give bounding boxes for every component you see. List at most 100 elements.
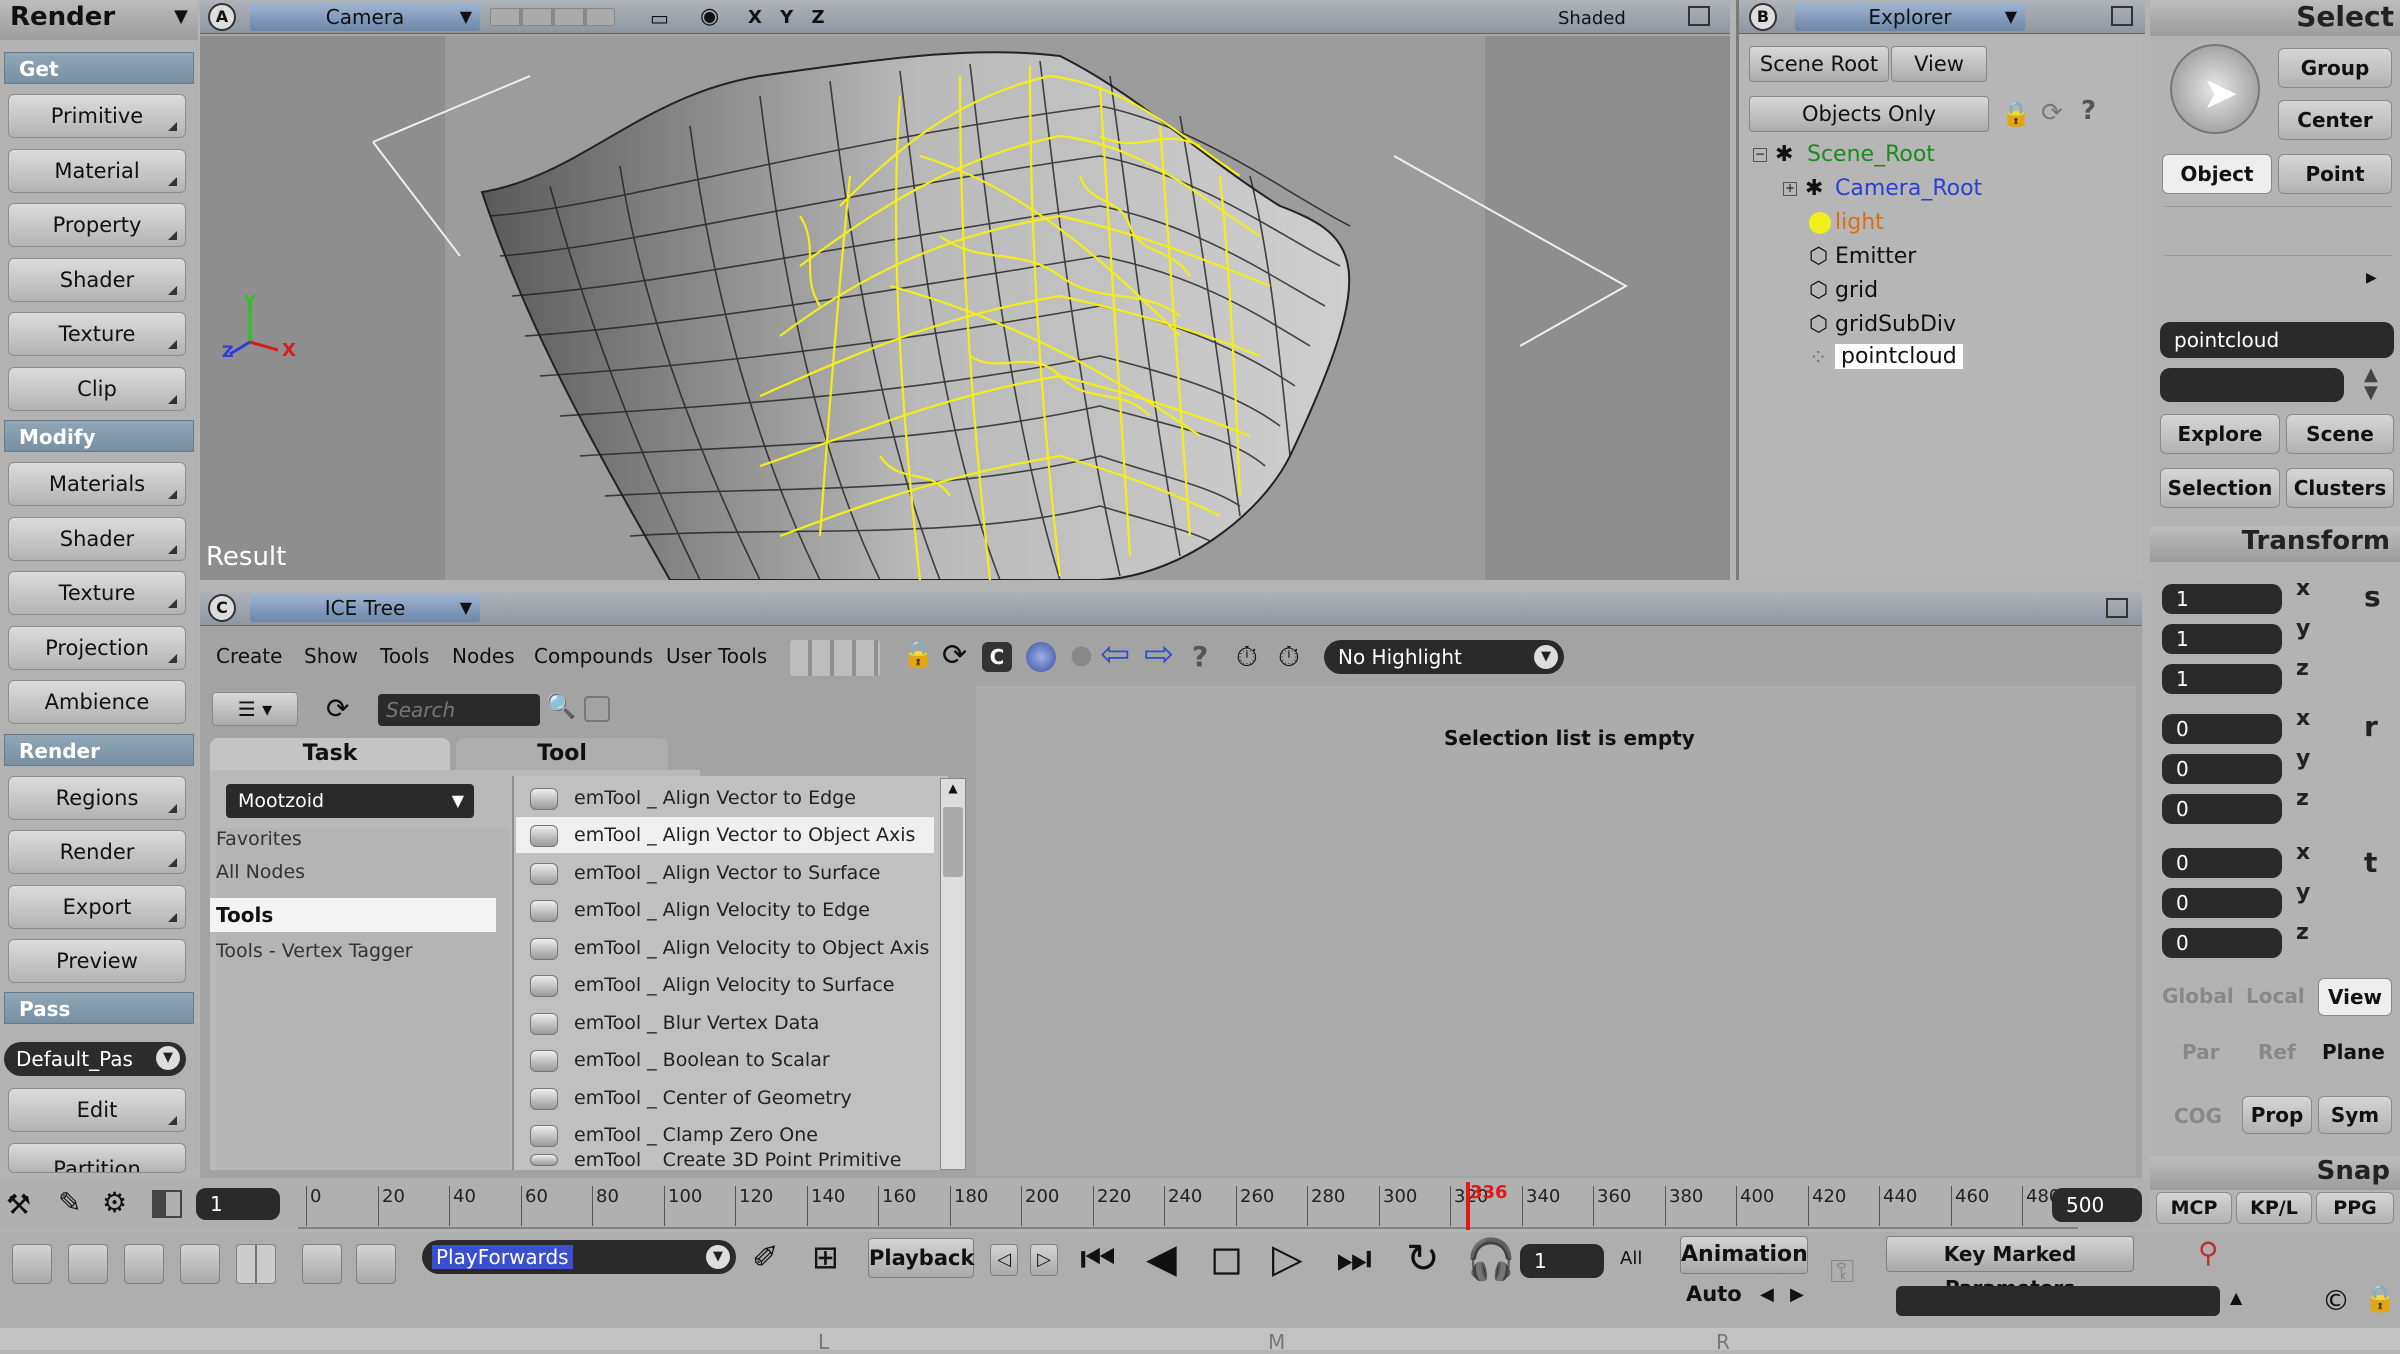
node-item[interactable]: emTool _ Align Velocity to Object Axis xyxy=(516,930,934,966)
menu-show[interactable]: Show xyxy=(304,644,358,668)
shader-button[interactable]: Shader xyxy=(8,258,186,302)
animation-button[interactable]: Animation xyxy=(1680,1236,1808,1274)
modify-texture-button[interactable]: Texture xyxy=(8,571,186,615)
last-frame-icon[interactable]: ⏭ xyxy=(1336,1236,1372,1282)
lock-icon[interactable]: 🔒 xyxy=(2364,1284,2396,1314)
kp-l-button[interactable]: KP/L xyxy=(2236,1192,2312,1224)
ambience-button[interactable]: Ambience xyxy=(8,680,186,724)
rotate-x-field[interactable]: 0 xyxy=(2162,714,2282,744)
section-modify[interactable]: Modify xyxy=(4,420,194,452)
spin-arrows-icon[interactable]: ▲ ▼ xyxy=(2364,366,2378,402)
translate-y-field[interactable]: 0 xyxy=(2162,888,2282,918)
object-button[interactable]: Object xyxy=(2162,154,2272,194)
regions-button[interactable]: Regions xyxy=(8,776,186,820)
prop-button[interactable]: Prop xyxy=(2242,1096,2312,1134)
translate-z-label[interactable]: z xyxy=(2296,920,2309,945)
eye-icon[interactable]: ◉ xyxy=(700,4,719,29)
ice-letter[interactable]: C xyxy=(208,594,236,622)
node-item[interactable]: emTool _ Clamp Zero One xyxy=(516,1117,934,1153)
point-button[interactable]: Point xyxy=(2278,154,2392,194)
viewport-canvas[interactable]: Y X Z Result xyxy=(200,36,1730,581)
menu-create[interactable]: Create xyxy=(216,644,282,668)
loop-icon[interactable]: ↻ xyxy=(1406,1236,1440,1282)
section-get[interactable]: Get xyxy=(4,52,194,84)
maximize-icon[interactable] xyxy=(1688,6,1710,26)
stop-icon[interactable]: ◻ xyxy=(1210,1236,1243,1282)
category-tools[interactable]: Tools xyxy=(210,898,496,932)
refresh-icon[interactable]: ⟳ xyxy=(326,692,349,725)
marker-icon[interactable]: ⚲ xyxy=(2198,1236,2219,1269)
group-button[interactable]: Group xyxy=(2278,48,2392,88)
tab-tool[interactable]: Tool xyxy=(456,738,668,770)
selection-name-field[interactable]: pointcloud xyxy=(2160,322,2394,358)
translate-label[interactable]: t xyxy=(2364,846,2377,879)
translate-y-label[interactable]: y xyxy=(2296,880,2310,905)
render-button[interactable]: Render xyxy=(8,830,186,874)
split-view-icon[interactable] xyxy=(152,1190,182,1218)
auto-key-button[interactable]: Auto xyxy=(1686,1282,1742,1306)
key-icon[interactable]: ⚿ xyxy=(1830,1252,1854,1291)
projection-button[interactable]: Projection xyxy=(8,626,186,670)
tab-task[interactable]: Task xyxy=(210,738,450,770)
first-frame-icon[interactable]: ⏮ xyxy=(1080,1236,1116,1282)
key-marked-parameters-button[interactable]: Key Marked Parameters xyxy=(1886,1236,2134,1300)
edit-button[interactable]: Edit xyxy=(8,1088,186,1132)
tree-item-grid[interactable]: grid xyxy=(1835,278,1878,303)
selection-secondary-field[interactable] xyxy=(2160,368,2344,402)
menu-user-tools[interactable]: User Tools xyxy=(666,644,767,668)
collapse-icon[interactable]: − xyxy=(1753,148,1767,162)
help-icon[interactable]: ? xyxy=(1192,640,1208,673)
back-arrow-icon[interactable]: ⇦ xyxy=(1100,634,1130,675)
rotate-z-label[interactable]: z xyxy=(2296,786,2309,811)
translate-x-label[interactable]: x xyxy=(2296,840,2310,865)
refresh-icon[interactable]: ⟳ xyxy=(942,638,967,673)
clip-button[interactable]: Clip xyxy=(8,367,186,411)
cog-button[interactable]: COG xyxy=(2174,1104,2222,1128)
property-button[interactable]: Property xyxy=(8,203,186,247)
menu-compounds[interactable]: Compounds xyxy=(534,644,653,668)
brush-icon[interactable]: ✎ xyxy=(58,1186,81,1219)
list-view-button[interactable]: ☰ ▾ xyxy=(212,692,298,726)
timeline-end-field[interactable]: 500 xyxy=(2052,1188,2142,1222)
category-all-nodes[interactable]: All Nodes xyxy=(216,861,406,883)
search-icon[interactable]: 🔍 xyxy=(546,692,576,720)
view-button[interactable]: View xyxy=(2318,978,2392,1016)
playback-button[interactable]: Playback xyxy=(868,1238,974,1278)
camera-dropdown[interactable]: Camera ▼ xyxy=(250,3,480,31)
sym-button[interactable]: Sym xyxy=(2318,1096,2392,1134)
layout-3-icon[interactable] xyxy=(124,1244,164,1284)
scene-button[interactable]: Scene xyxy=(2286,414,2394,454)
select-title[interactable]: Select xyxy=(2150,0,2400,36)
refresh-icon[interactable]: ⟳ xyxy=(2041,98,2063,128)
scale-z-label[interactable]: z xyxy=(2296,656,2309,681)
node-item[interactable]: emTool _ Align Velocity to Surface xyxy=(516,967,934,1003)
scale-x-label[interactable]: x xyxy=(2296,576,2310,601)
section-pass[interactable]: Pass xyxy=(4,992,194,1024)
par-button[interactable]: Par xyxy=(2182,1040,2219,1064)
viewport-a-letter[interactable]: A xyxy=(208,3,236,31)
export-button[interactable]: Export xyxy=(8,885,186,929)
translate-x-field[interactable]: 0 xyxy=(2162,848,2282,878)
scroll-up-icon[interactable]: ▲ xyxy=(943,781,963,801)
node-item[interactable]: emTool _ Blur Vertex Data xyxy=(516,1005,934,1041)
translate-z-field[interactable]: 0 xyxy=(2162,928,2282,958)
scale-y-field[interactable]: 1 xyxy=(2162,624,2282,654)
camera-icon[interactable]: ▭ xyxy=(650,6,669,30)
tree-item-camera-root[interactable]: Camera_Root xyxy=(1835,176,1982,201)
node-item[interactable]: emTool _ Center of Geometry xyxy=(516,1080,934,1116)
node-item[interactable]: emTool _ Align Vector to Edge xyxy=(516,780,934,816)
playback-mode-dropdown[interactable]: PlayForwards ▼ xyxy=(422,1240,736,1274)
timeline-tool-icon[interactable]: ⚒ xyxy=(6,1188,31,1221)
primitive-button[interactable]: Primitive xyxy=(8,94,186,138)
material-button[interactable]: Material xyxy=(8,149,186,193)
node-item[interactable]: emTool _ Create 3D Point Primitive xyxy=(516,1152,934,1168)
help-icon[interactable]: ? xyxy=(2081,96,2096,126)
scroll-thumb[interactable] xyxy=(943,807,963,877)
compound-icon[interactable]: C xyxy=(982,642,1012,672)
search-input[interactable] xyxy=(378,694,540,726)
capture-icon[interactable]: ⊞ xyxy=(812,1238,839,1276)
scale-z-field[interactable]: 1 xyxy=(2162,664,2282,694)
layout-2-icon[interactable] xyxy=(68,1244,108,1284)
explorer-letter[interactable]: B xyxy=(1749,3,1777,31)
next-key-icon[interactable]: ▷ xyxy=(1030,1244,1058,1276)
